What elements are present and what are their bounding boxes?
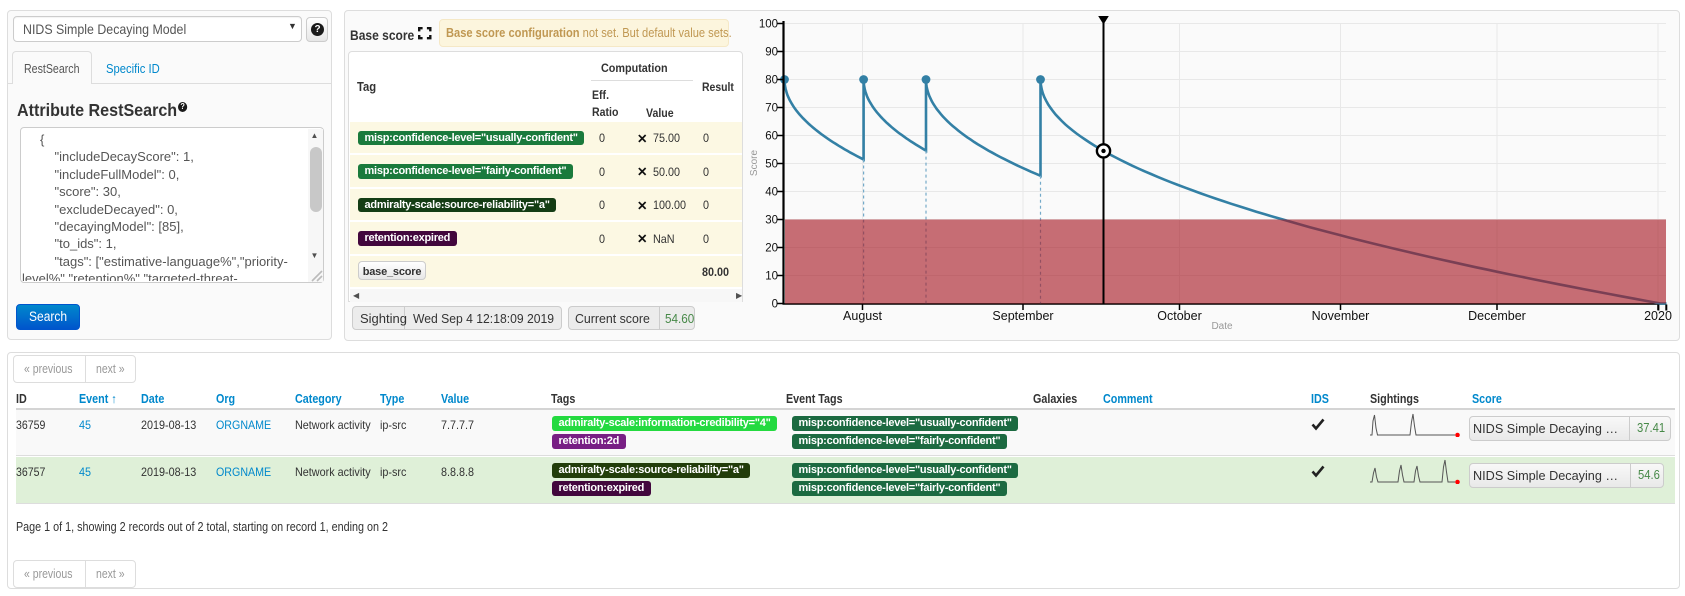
svg-text:20: 20 xyxy=(765,243,778,255)
svg-text:70: 70 xyxy=(765,103,778,115)
svg-text:30: 30 xyxy=(765,215,778,227)
svg-text:40: 40 xyxy=(765,187,778,199)
svg-text:80: 80 xyxy=(765,75,778,87)
svg-text:Score: Score xyxy=(749,150,760,177)
svg-text:November: November xyxy=(1312,309,1370,323)
svg-text:2020: 2020 xyxy=(1644,309,1672,323)
svg-text:0: 0 xyxy=(772,299,778,311)
svg-text:50: 50 xyxy=(765,159,778,171)
svg-text:100: 100 xyxy=(759,19,778,31)
svg-text:Date: Date xyxy=(1211,321,1233,332)
svg-text:October: October xyxy=(1157,309,1201,323)
svg-text:August: August xyxy=(843,309,882,323)
svg-text:December: December xyxy=(1468,309,1526,323)
svg-text:60: 60 xyxy=(765,131,778,143)
svg-text:90: 90 xyxy=(765,47,778,59)
svg-text:10: 10 xyxy=(765,271,778,283)
svg-text:September: September xyxy=(992,309,1053,323)
